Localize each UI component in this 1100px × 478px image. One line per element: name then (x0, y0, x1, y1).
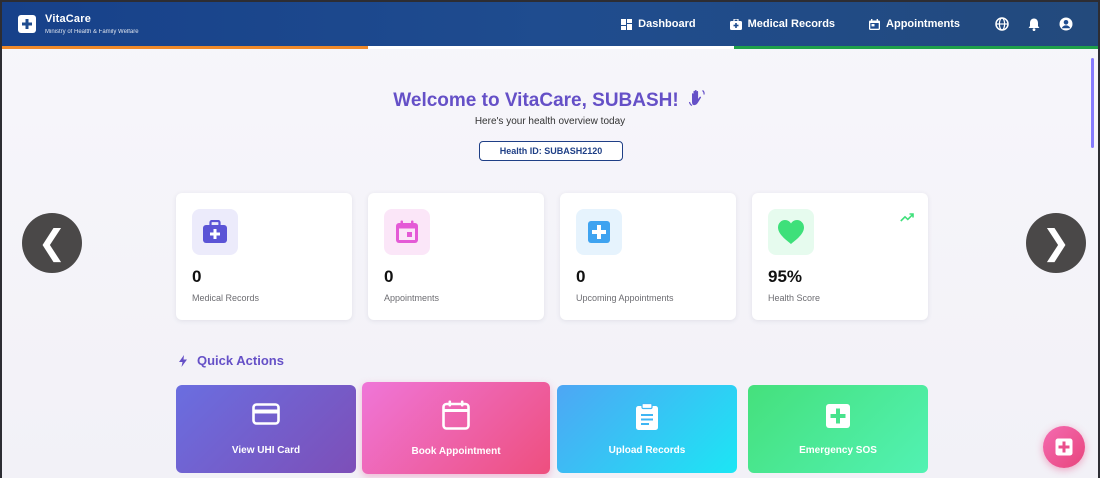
stat-label: Appointments (384, 293, 440, 303)
stat-card-upcoming-appointments[interactable]: 0 Upcoming Appointments (560, 193, 736, 320)
lightning-icon (179, 354, 187, 367)
stat-value: 0 (384, 267, 394, 286)
emergency-sos-button[interactable]: Emergency SOS (748, 385, 928, 473)
brand-subtitle: Ministry of Health & Family Welfare (45, 29, 139, 35)
nav-appointments[interactable]: Appointments (869, 18, 960, 30)
clipboard-icon (636, 403, 658, 430)
tricolor-accent-white (368, 46, 734, 49)
brand-logo-icon (18, 15, 36, 33)
stat-card-appointments[interactable]: 0 Appointments (368, 193, 544, 320)
welcome-heading: Welcome to VitaCare, SUBASH! (2, 88, 1098, 114)
dashboard-icon (621, 18, 633, 30)
waving-hand-icon (687, 88, 707, 114)
welcome-heading-text: Welcome to VitaCare, SUBASH! (393, 90, 679, 111)
quick-actions-heading: Quick Actions (179, 353, 284, 368)
medical-bag-icon (729, 18, 742, 30)
action-label: Book Appointment (411, 446, 501, 457)
nav-medical-records[interactable]: Medical Records (729, 18, 836, 30)
globe-icon (995, 17, 1009, 31)
brand[interactable]: VitaCare Ministry of Health & Family Wel… (18, 13, 139, 35)
book-appointment-button[interactable]: Book Appointment (362, 382, 550, 474)
heart-icon (768, 209, 814, 255)
app-frame: VitaCare Ministry of Health & Family Wel… (0, 0, 1100, 478)
tricolor-accent-orange (2, 46, 368, 49)
calendar-icon (869, 18, 881, 30)
action-label: View UHI Card (231, 445, 301, 456)
stat-label: Upcoming Appointments (576, 293, 674, 303)
stat-card-health-score[interactable]: 95% Health Score (752, 193, 928, 320)
carousel-next-button[interactable]: ❯ (1026, 213, 1086, 273)
quick-actions-title: Quick Actions (197, 353, 284, 368)
credit-card-icon (252, 403, 280, 425)
action-label: Upload Records (608, 445, 686, 456)
profile-button[interactable] (1058, 16, 1074, 32)
brand-title: VitaCare (45, 13, 92, 25)
welcome-subtitle: Here's your health overview today (474, 116, 626, 127)
health-id-badge: Health ID: SUBASH2120 (479, 141, 623, 161)
bell-icon (1028, 18, 1040, 31)
chevron-left-icon: ❮ (37, 223, 67, 263)
chevron-right-icon: ❯ (1041, 223, 1071, 263)
nav-appointments-label: Appointments (886, 18, 960, 30)
language-button[interactable] (994, 16, 1010, 32)
plus-square-icon (1055, 438, 1073, 456)
carousel-prev-button[interactable]: ❮ (22, 213, 82, 273)
nav-dashboard[interactable]: Dashboard (621, 18, 696, 30)
view-uhi-card-button[interactable]: View UHI Card (176, 385, 356, 473)
medical-bag-icon (192, 209, 238, 255)
user-icon (1059, 17, 1073, 31)
stat-value: 0 (192, 267, 202, 286)
plus-square-icon (576, 209, 622, 255)
notifications-button[interactable] (1026, 16, 1042, 32)
stat-card-medical-records[interactable]: 0 Medical Records (176, 193, 352, 320)
tricolor-accent-green (734, 46, 1098, 49)
top-navbar: VitaCare Ministry of Health & Family Wel… (2, 2, 1098, 46)
stat-label: Health Score (768, 293, 821, 303)
nav-dashboard-label: Dashboard (638, 18, 696, 30)
plus-square-icon (826, 404, 850, 428)
stat-value: 0 (576, 267, 586, 286)
trending-up-icon (900, 209, 914, 227)
stat-value: 95% (768, 267, 803, 286)
upload-records-button[interactable]: Upload Records (557, 385, 737, 473)
calendar-icon (384, 209, 430, 255)
floating-medical-button[interactable] (1043, 426, 1085, 468)
stat-label: Medical Records (192, 293, 260, 303)
calendar-icon (442, 400, 470, 430)
action-label: Emergency SOS (799, 445, 877, 456)
nav-medical-records-label: Medical Records (747, 18, 836, 30)
